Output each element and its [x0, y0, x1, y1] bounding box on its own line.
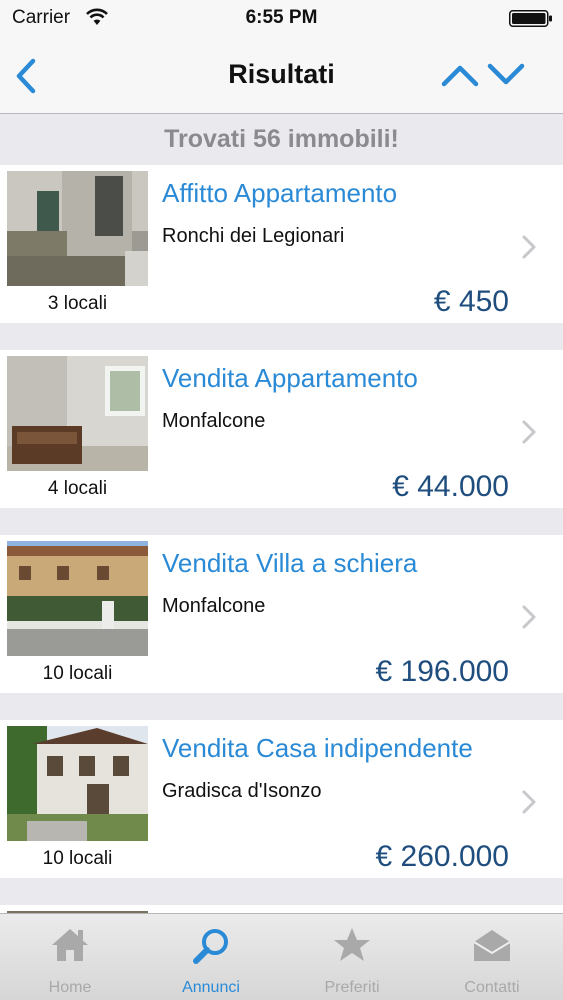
clock: 6:55 PM: [245, 7, 318, 28]
tab-label: Annunci: [182, 979, 240, 996]
envelope-icon: [473, 930, 511, 961]
tab-label: Preferiti: [324, 979, 380, 996]
star-icon: [334, 928, 370, 961]
tab-label: Home: [48, 979, 92, 996]
listing-price: € 196.000: [375, 655, 509, 688]
listing-price: € 450: [433, 285, 509, 318]
status-bar: Carrier 6:55 PM: [0, 0, 563, 38]
home-icon: [52, 929, 88, 961]
listing-item[interactable]: 10 locali Vendita Casa indipendente Grad…: [0, 720, 563, 878]
listing-price: € 44.000: [392, 470, 509, 503]
tab-home[interactable]: Home: [0, 914, 140, 1000]
listing-city: Monfalcone: [162, 595, 266, 617]
back-chevron-icon[interactable]: [12, 56, 40, 96]
listing-city: Ronchi dei Legionari: [162, 225, 345, 247]
disclosure-chevron-icon: [522, 790, 536, 814]
property-photo: [7, 356, 148, 471]
rooms-count: 10 locali: [42, 848, 113, 869]
tab-label: Contatti: [464, 979, 520, 996]
property-photo: [7, 726, 148, 841]
tab-bar: Home Annunci Preferiti Contatti: [0, 913, 563, 1000]
disclosure-chevron-icon: [522, 605, 536, 629]
listing-title: Vendita Casa indipendente: [162, 733, 473, 763]
next-arrow-icon[interactable]: [486, 60, 526, 90]
rooms-count: 3 locali: [47, 293, 108, 314]
rooms-count: 4 locali: [47, 478, 108, 499]
property-photo: [7, 541, 148, 656]
disclosure-chevron-icon: [522, 235, 536, 259]
navigation-bar: Risultati: [0, 38, 563, 114]
results-count: Trovati 56 immobili!: [0, 115, 563, 165]
rooms-count: 10 locali: [42, 663, 113, 684]
property-photo: [7, 171, 148, 286]
listing-price: € 260.000: [375, 840, 509, 873]
listing-title: Vendita Villa a schiera: [162, 548, 418, 578]
listing-item[interactable]: 4 locali Vendita Appartamento Monfalcone…: [0, 350, 563, 508]
listing-item[interactable]: 10 locali Vendita Villa a schiera Monfal…: [0, 535, 563, 693]
magnifier-icon: [193, 929, 228, 964]
listing-title: Vendita Appartamento: [162, 363, 418, 393]
disclosure-chevron-icon: [522, 420, 536, 444]
tab-preferiti[interactable]: Preferiti: [282, 914, 422, 1000]
battery-icon: [509, 10, 552, 27]
previous-arrow-icon[interactable]: [440, 60, 480, 90]
listing-city: Monfalcone: [162, 410, 266, 432]
listing-city: Gradisca d'Isonzo: [162, 780, 322, 802]
listing-title: Affitto Appartamento: [162, 178, 398, 208]
tab-annunci[interactable]: Annunci: [141, 914, 281, 1000]
listing-item[interactable]: 3 locali Affitto Appartamento Ronchi dei…: [0, 165, 563, 323]
tab-contatti[interactable]: Contatti: [422, 914, 562, 1000]
